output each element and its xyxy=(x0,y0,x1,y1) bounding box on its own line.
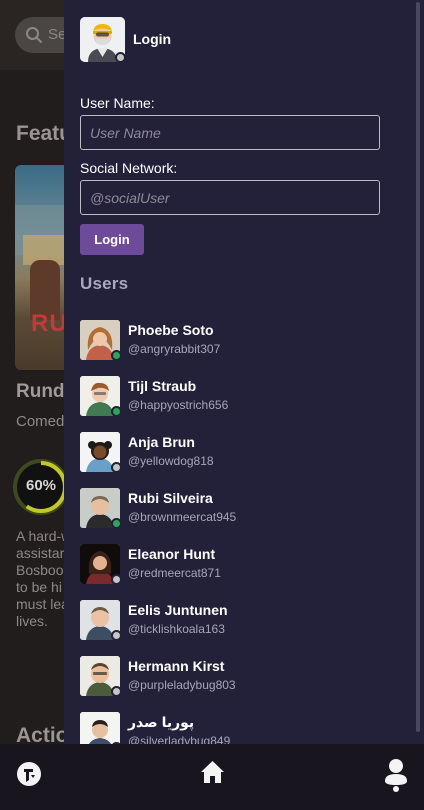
bottom-navigation-bar xyxy=(0,744,424,810)
login-button[interactable]: Login xyxy=(80,224,144,255)
user-offline-status-dot xyxy=(111,630,122,641)
users-heading: Users xyxy=(80,274,129,293)
user-name: Eelis Juntunen xyxy=(128,602,228,618)
user-list-item[interactable]: Eelis Juntunen @ticklishkoala163 xyxy=(80,600,410,644)
app-logo-icon[interactable] xyxy=(16,761,42,787)
user-list-item[interactable]: Eleanor Hunt @redmeercat871 xyxy=(80,544,410,588)
user-offline-status-dot xyxy=(111,686,122,697)
social-network-label: Social Network: xyxy=(80,160,178,176)
user-name: Hermann Kirst xyxy=(128,658,225,674)
current-user-status-dot xyxy=(115,52,126,63)
user-handle: @redmeercat871 xyxy=(128,566,221,580)
user-list-item[interactable]: Hermann Kirst @purpleladybug803 xyxy=(80,656,410,700)
user-icon[interactable] xyxy=(383,757,409,793)
user-list-item[interactable]: Tijl Straub @happyostrich656 xyxy=(80,376,410,420)
user-offline-status-dot xyxy=(111,574,122,585)
user-online-status-dot xyxy=(111,350,122,361)
social-network-input[interactable] xyxy=(80,180,380,215)
user-name: Eleanor Hunt xyxy=(128,546,216,562)
drawer-scrollbar[interactable] xyxy=(416,2,420,732)
username-label: User Name: xyxy=(80,95,155,111)
background-poster-title: RU xyxy=(31,310,68,337)
user-offline-status-dot xyxy=(111,462,122,473)
user-handle: @yellowdog818 xyxy=(128,454,214,468)
user-name: Anja Brun xyxy=(128,434,195,450)
user-handle: @angryrabbit307 xyxy=(128,342,221,356)
user-name: Tijl Straub xyxy=(128,378,197,394)
home-icon[interactable] xyxy=(199,759,226,785)
user-name: Phoebe Soto xyxy=(128,322,214,338)
username-input[interactable] xyxy=(80,115,380,150)
user-handle: @ticklishkoala163 xyxy=(128,622,225,636)
background-score-value: 60% xyxy=(25,477,57,494)
user-name: Rubi Silveira xyxy=(128,490,213,506)
user-handle: @purpleladybug803 xyxy=(128,678,236,692)
user-handle: @brownmeercat945 xyxy=(128,510,237,524)
current-user-name: Login xyxy=(133,31,172,47)
user-name: پوریا صدر xyxy=(128,714,195,730)
background-movie-title: Rundf xyxy=(16,381,71,402)
user-online-status-dot xyxy=(111,406,122,417)
search-icon xyxy=(26,27,42,43)
user-list-item[interactable]: Anja Brun @yellowdog818 xyxy=(80,432,410,476)
user-handle: @happyostrich656 xyxy=(128,398,229,412)
user-list-item[interactable]: Rubi Silveira @brownmeercat945 xyxy=(80,488,410,532)
user-online-status-dot xyxy=(111,518,122,529)
user-list-item[interactable]: Phoebe Soto @angryrabbit307 xyxy=(80,320,410,364)
